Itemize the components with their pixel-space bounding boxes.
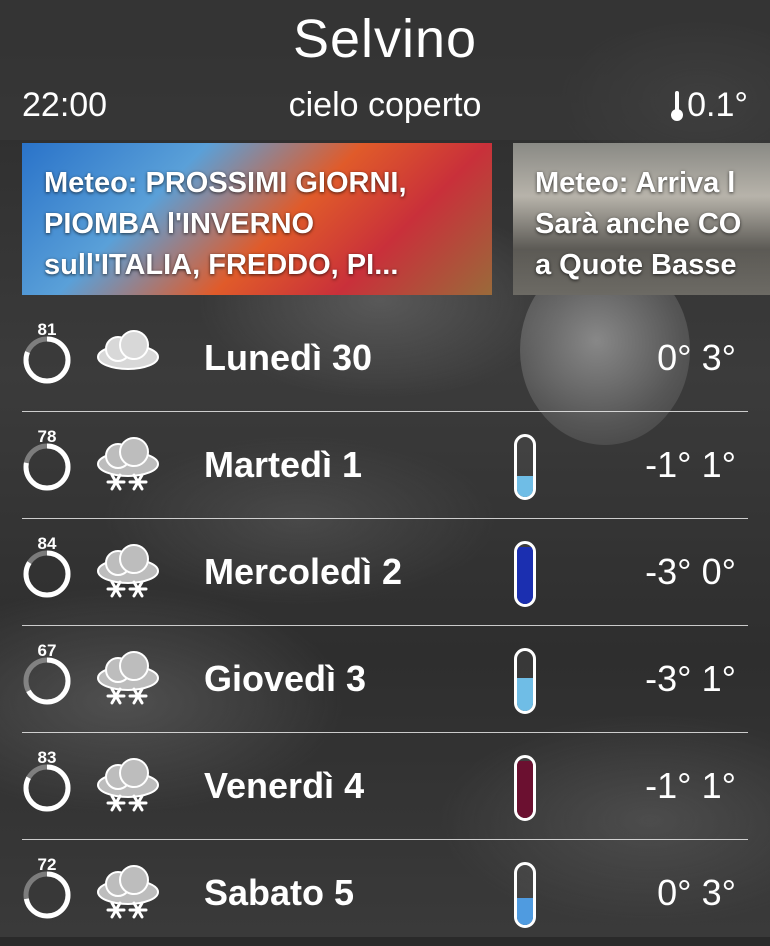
min-max-temperature: 0° 3° — [657, 872, 736, 913]
news-line: Sarà anche CO — [535, 208, 742, 240]
reliability-score: 72 — [37, 855, 57, 874]
day-label: Martedì 1 — [204, 444, 363, 485]
precipitation-fill — [517, 547, 533, 604]
city-name: Selvino — [292, 9, 478, 69]
precipitation-indicator — [514, 862, 536, 928]
news-card-2[interactable]: Meteo: Arriva l Sarà anche CO a Quote Ba… — [513, 143, 770, 295]
precipitation-indicator — [514, 541, 536, 607]
precipitation-fill — [517, 898, 533, 925]
current-temperature-value: 0.1° — [687, 86, 748, 124]
news-line: Meteo: PROSSIMI GIORNI, — [44, 167, 407, 199]
forecast-row[interactable]: 84 Mercoledì 2 -3° 0° — [22, 519, 748, 626]
day-label: Lunedì 30 — [204, 337, 373, 378]
min-max-temperature: -1° 1° — [645, 444, 736, 485]
snow-icon — [97, 651, 159, 705]
min-max-temperature: -1° 1° — [645, 765, 736, 806]
day-label: Giovedì 3 — [204, 658, 367, 699]
day-label: Sabato 5 — [204, 872, 355, 913]
day-label: Venerdì 4 — [204, 765, 365, 806]
news-title: Meteo: Arriva l Sarà anche CO a Quote Ba… — [535, 163, 762, 286]
precipitation-indicator — [514, 434, 536, 500]
reliability-score: 83 — [37, 748, 57, 767]
reliability-score: 78 — [37, 427, 57, 446]
current-info: 22:00 cielo coperto 0.1° — [0, 86, 770, 126]
min-max-temperature: 0° 3° — [657, 337, 736, 378]
thermometer-icon — [671, 89, 684, 123]
snow-icon — [97, 865, 159, 919]
reliability-score: 81 — [37, 320, 57, 339]
current-temperature: 0.1° — [671, 86, 748, 125]
precipitation-indicator — [514, 648, 536, 714]
news-line: PIOMBA l'INVERNO — [44, 208, 315, 240]
news-line: Meteo: Arriva l — [535, 167, 736, 199]
min-max-temperature: -3° 1° — [645, 658, 736, 699]
news-title: Meteo: PROSSIMI GIORNI, PIOMBA l'INVERNO… — [44, 163, 484, 286]
snow-icon — [97, 437, 159, 491]
forecast-row[interactable]: 72 Sabato 5 0° 3° — [22, 840, 748, 946]
news-line: a Quote Basse — [535, 249, 737, 281]
current-condition: cielo coperto — [288, 86, 482, 124]
min-max-temperature: -3° 0° — [645, 551, 736, 592]
precipitation-fill — [517, 678, 533, 711]
precipitation-indicator — [514, 755, 536, 821]
news-line: sull'ITALIA, FREDDO, PI... — [44, 249, 399, 281]
reliability-score: 84 — [37, 534, 57, 553]
news-card-1[interactable]: Meteo: PROSSIMI GIORNI, PIOMBA l'INVERNO… — [22, 143, 492, 295]
day-label: Mercoledì 2 — [204, 551, 403, 592]
snow-icon — [97, 544, 159, 598]
forecast-list: 81 Lunedì 30 0° 3° 78 Martedì 1 -1° 1° 8… — [0, 305, 770, 946]
forecast-row[interactable]: 78 Martedì 1 -1° 1° — [22, 412, 748, 519]
cloudy-icon — [97, 330, 159, 370]
header: Selvino 22:00 cielo coperto 0.1° — [0, 0, 770, 140]
snow-icon — [97, 758, 159, 812]
precipitation-fill — [517, 476, 533, 497]
forecast-row[interactable]: 67 Giovedì 3 -3° 1° — [22, 626, 748, 733]
forecast-row[interactable]: 83 Venerdì 4 -1° 1° — [22, 733, 748, 840]
reliability-score: 67 — [37, 641, 57, 660]
forecast-row[interactable]: 81 Lunedì 30 0° 3° — [22, 305, 748, 412]
precipitation-fill — [517, 761, 533, 818]
